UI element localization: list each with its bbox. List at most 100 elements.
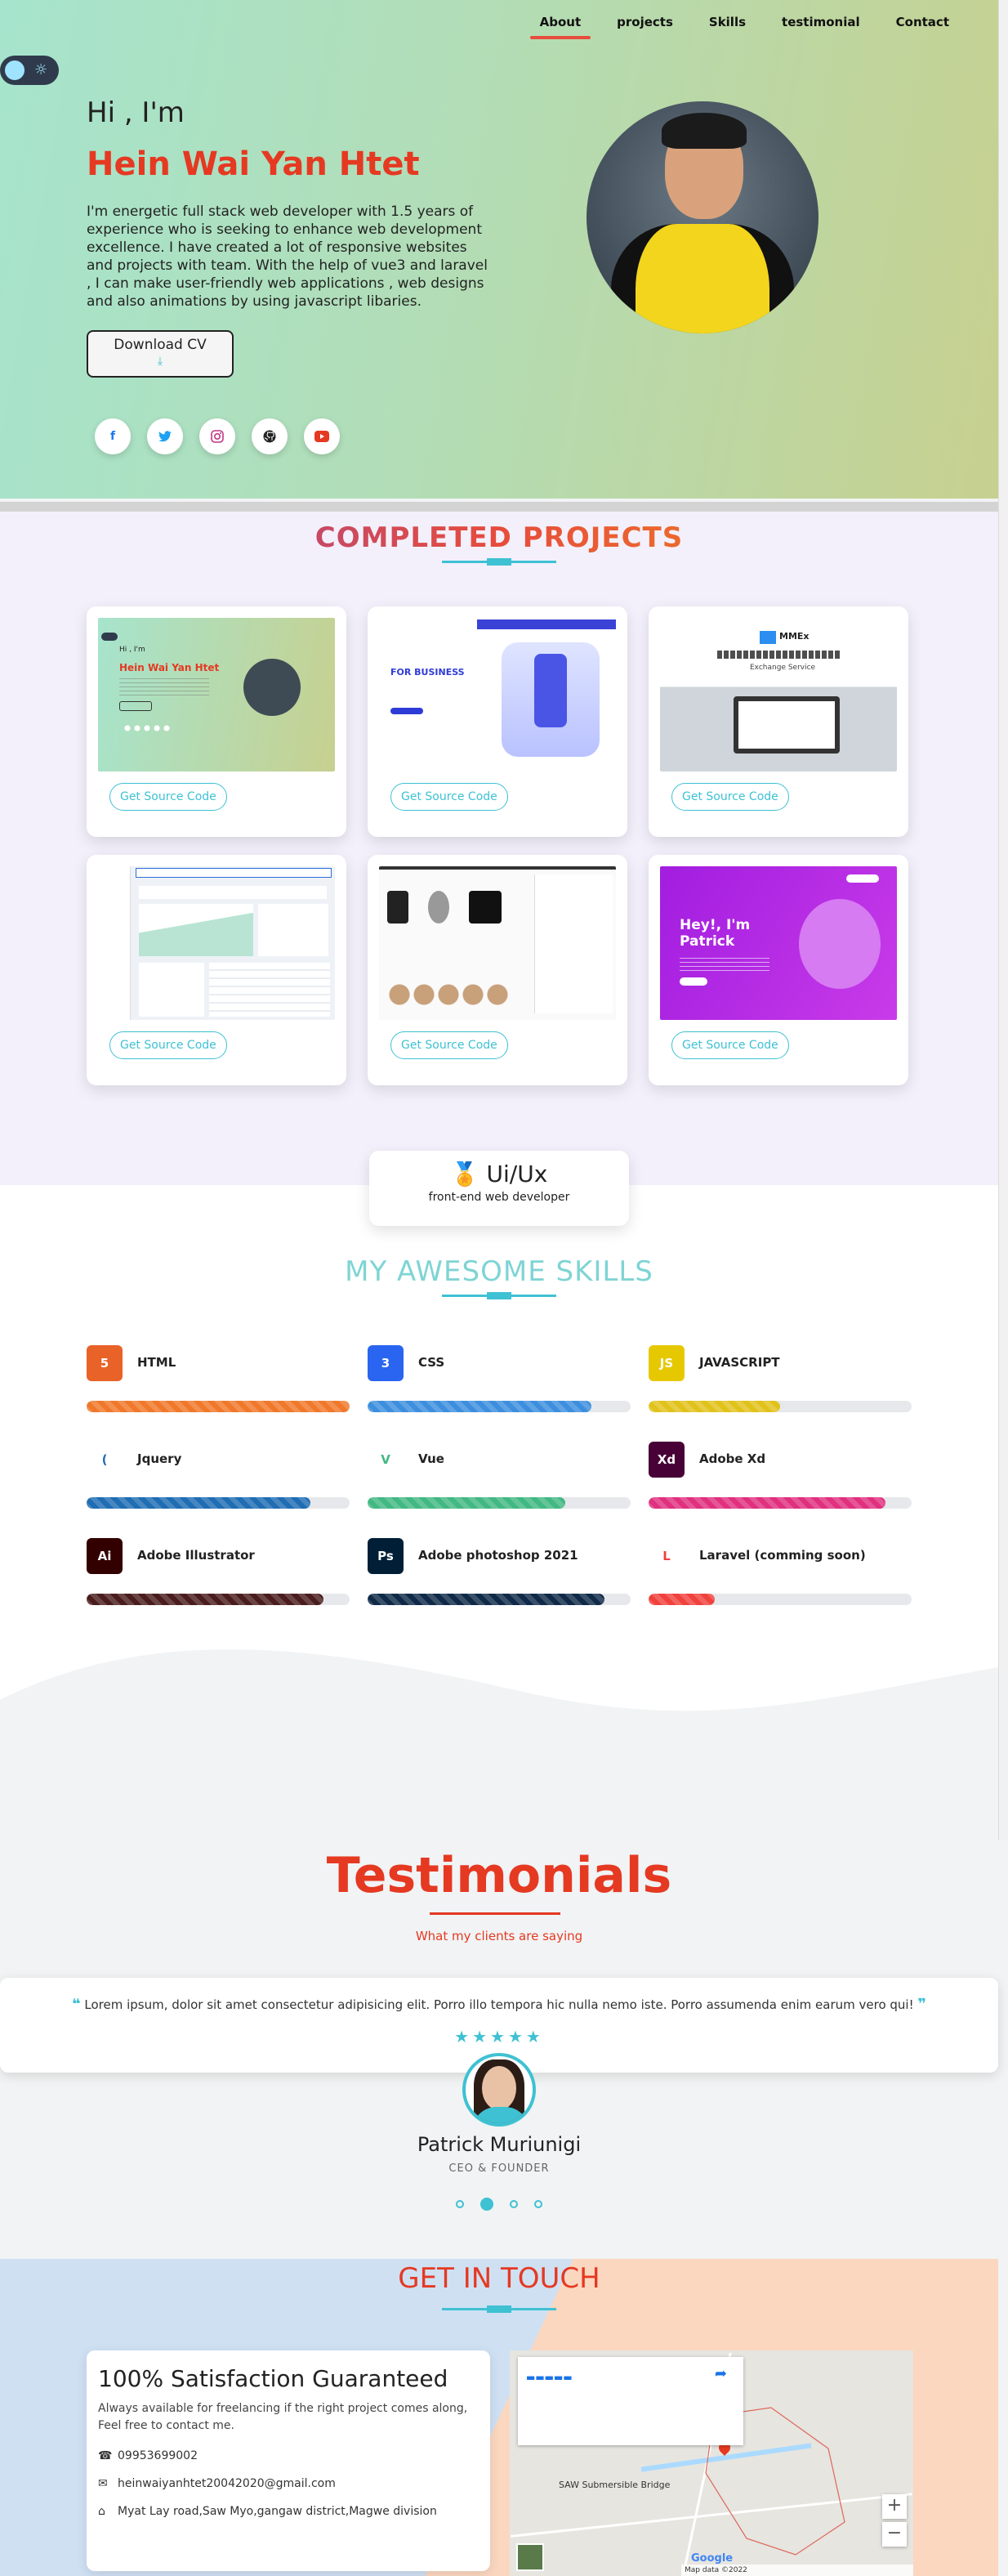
get-source-code-button[interactable]: Get Source Code (390, 1031, 508, 1059)
skill-item: ( Jquery (87, 1442, 350, 1518)
mini-topbar (379, 866, 616, 870)
mini-greeting: Hi , I'm (119, 646, 145, 654)
skill-progress-fill (649, 1401, 780, 1412)
project-thumbnail (379, 866, 616, 1020)
get-source-code-button[interactable]: Get Source Code (109, 1031, 227, 1059)
theme-toggle[interactable]: ☼ (0, 56, 59, 85)
skill-label: Jquery (137, 1451, 182, 1466)
skill-label: JAVASCRIPT (699, 1355, 780, 1370)
contact-text: Always available for freelancing if the … (98, 2402, 468, 2432)
skill-progress-bar (87, 1401, 350, 1412)
skills-title: MY AWESOME SKILLS (345, 1255, 653, 1288)
skill-label: Adobe Illustrator (137, 1548, 255, 1563)
mini-cart (534, 874, 613, 1013)
map-directions-icon[interactable]: ➦ (715, 2365, 727, 2382)
skill-progress-fill (649, 1497, 885, 1509)
phone-number[interactable]: 09953699002 (118, 2449, 198, 2462)
mini-topbar (136, 868, 332, 878)
mini-button (390, 708, 423, 714)
quote-text: Lorem ipsum, dolor sit amet consectetur … (84, 1997, 914, 2012)
skill-progress-bar (87, 1497, 350, 1509)
facebook-icon[interactable]: f (95, 418, 131, 454)
zoom-out-button[interactable]: − (882, 2522, 907, 2547)
carousel-dots (0, 2195, 998, 2211)
mini-chart (139, 904, 253, 956)
project-card: Hey!, I'm Patrick Get Source Code (649, 855, 908, 1085)
client-name: Patrick Muriunigi (417, 2133, 582, 2156)
get-source-code-button[interactable]: Get Source Code (390, 783, 508, 811)
skill-item: V Vue (368, 1442, 631, 1518)
badge-title-row: 🏅 Ui/Ux (369, 1161, 629, 1187)
project-thumbnail: Hi , I'm Hein Wai Yan Htet (98, 618, 335, 771)
skill-label: Adobe photoshop 2021 (418, 1548, 578, 1563)
project-card: Get Source Code (368, 855, 627, 1085)
satellite-toggle[interactable] (516, 2543, 544, 2571)
jquery-icon: ( (87, 1442, 123, 1478)
get-source-code-button[interactable]: Get Source Code (671, 1031, 789, 1059)
address-text: Myat Lay road,Saw Myo,gangaw district,Ma… (118, 2505, 437, 2518)
carousel-dot[interactable] (480, 2197, 493, 2211)
title-underline (442, 558, 556, 566)
nav-skills[interactable]: Skills (709, 15, 746, 39)
nav-about[interactable]: About (529, 15, 591, 39)
mini-text (680, 958, 769, 971)
hero-bio: I'm energetic full stack web developer w… (87, 203, 488, 310)
mini-table (209, 963, 330, 1017)
carousel-dot[interactable] (456, 2199, 464, 2208)
skill-progress-fill (368, 1497, 565, 1509)
map-icon: ⌂ (98, 2505, 105, 2518)
phone-row: ☎ 09953699002 (98, 2449, 479, 2462)
vue-icon: V (368, 1442, 404, 1478)
badge-subtitle: front-end web developer (428, 1191, 570, 1204)
adobe-illustrator-icon: Ai (87, 1538, 123, 1574)
project-thumbnail: Hey!, I'm Patrick (660, 866, 897, 1020)
mini-stats (139, 886, 327, 899)
mini-sidebar (98, 866, 131, 1020)
get-source-code-button[interactable]: Get Source Code (109, 783, 227, 811)
instagram-icon[interactable] (199, 418, 235, 454)
social-links: f (95, 418, 340, 454)
skill-label: HTML (137, 1355, 176, 1370)
github-icon[interactable] (252, 418, 288, 454)
laravel-icon: L (649, 1538, 685, 1574)
star-icon: ★ (490, 2027, 508, 2046)
horizontal-scrollbar[interactable] (0, 502, 998, 512)
contact-section: GET IN TOUCH 100% Satisfaction Guarantee… (0, 2259, 998, 2576)
zoom-in-button[interactable]: + (882, 2494, 907, 2519)
mini-logo (760, 631, 776, 644)
carousel-dot[interactable] (510, 2199, 518, 2208)
badge-title: Ui/Ux (486, 1161, 548, 1187)
greeting: Hi , I'm (87, 96, 185, 129)
testimonials-section: Testimonials What my clients are saying … (0, 1839, 998, 2259)
sun-icon: ☼ (34, 61, 48, 78)
download-cv-button[interactable]: Download CV ⤓ (87, 330, 234, 378)
title-underline (442, 1292, 556, 1299)
project-card: Get Source Code (87, 855, 346, 1085)
mini-avatar (243, 659, 301, 716)
project-thumbnail: MMEx Exchange Service (660, 618, 897, 771)
quote-text-row: ❝ Lorem ipsum, dolor sit amet consectetu… (0, 1996, 998, 2013)
embedded-map[interactable]: SAW Submersible Bridge ➦ ▬▬▬▬▬ + − Googl… (510, 2350, 913, 2576)
envelope-icon: ✉ (98, 2477, 108, 2490)
title-underline (442, 2305, 556, 2313)
carousel-dot[interactable] (534, 2199, 542, 2208)
map-view-larger-link[interactable]: ▬▬▬▬▬ (526, 2372, 735, 2383)
skill-label: Laravel (comming soon) (699, 1548, 866, 1563)
get-source-code-button[interactable]: Get Source Code (671, 783, 789, 811)
nav-testimonial[interactable]: testimonial (782, 15, 860, 39)
nav-projects[interactable]: projects (617, 15, 673, 39)
youtube-icon[interactable] (304, 418, 340, 454)
mini-card (258, 904, 328, 956)
email-address[interactable]: heinwaiyanhtet20042020@gmail.com (118, 2477, 336, 2490)
nav-contact[interactable]: Contact (896, 15, 949, 39)
mini-socials (123, 724, 172, 732)
star-icon: ★ (507, 2027, 526, 2046)
vertical-scrollbar[interactable] (998, 0, 1008, 1840)
twitter-icon[interactable] (147, 418, 183, 454)
skill-item: Xd Adobe Xd (649, 1442, 912, 1518)
mini-myanmar-title (717, 651, 840, 659)
phone-icon: ☎ (98, 2449, 113, 2462)
mini-button (680, 977, 707, 986)
star-icon: ★ (454, 2027, 473, 2046)
email-row: ✉ heinwaiyanhtet20042020@gmail.com (98, 2477, 479, 2490)
